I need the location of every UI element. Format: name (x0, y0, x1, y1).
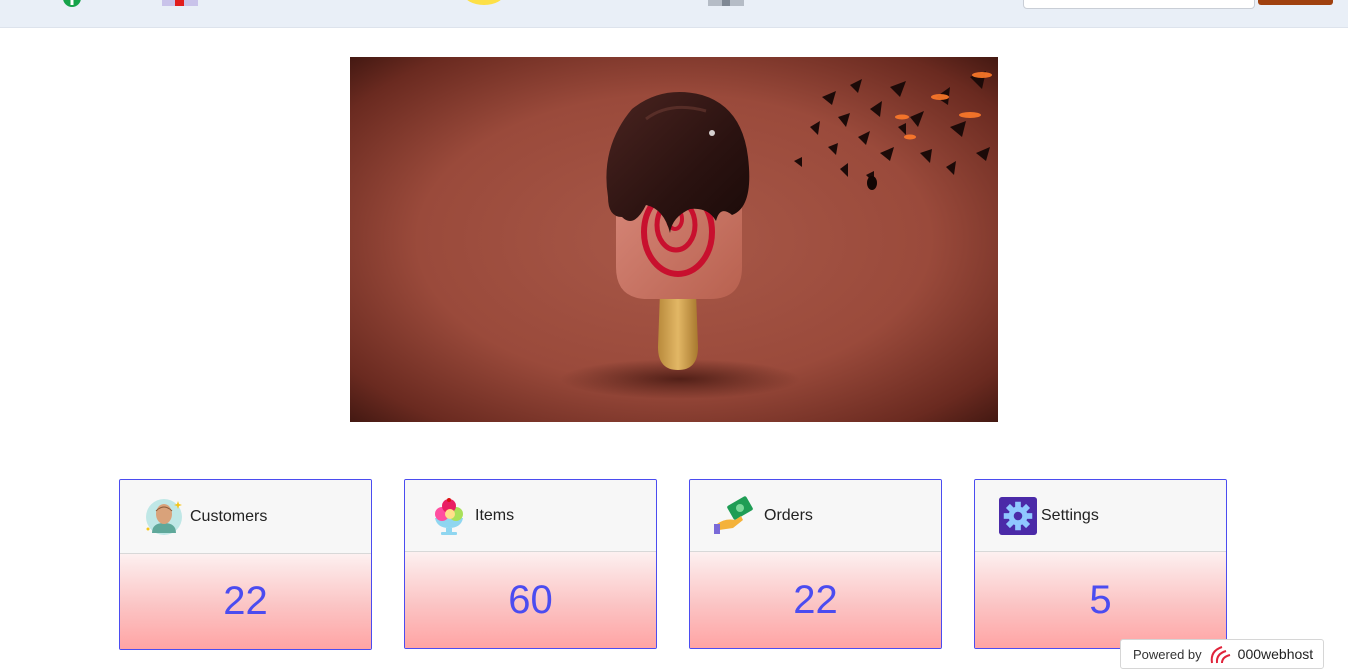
card-count: 60 (508, 577, 553, 622)
customer-avatar-icon (146, 498, 182, 535)
ice-cream-icon (435, 497, 463, 535)
card-body: 60 (405, 552, 656, 648)
customers-card[interactable]: Customers 22 (119, 479, 372, 650)
gear-icon (999, 496, 1037, 535)
card-header: Items (405, 480, 656, 552)
box-icon[interactable] (707, 0, 745, 10)
top-navbar (0, 0, 1348, 28)
card-title: Customers (190, 507, 268, 525)
search-button[interactable] (1258, 0, 1333, 5)
card-count: 22 (793, 577, 838, 622)
money-hand-icon (714, 495, 753, 534)
card-body: 5 (975, 552, 1226, 648)
card-body: 22 (690, 552, 941, 648)
search-input[interactable] (1023, 0, 1255, 9)
card-header: Customers (120, 480, 371, 554)
card-header: Settings (975, 480, 1226, 552)
card-body: 22 (120, 554, 371, 649)
card-count: 22 (223, 579, 268, 623)
hero-popsicle-image (350, 57, 998, 422)
gift-icon[interactable] (162, 0, 198, 10)
card-title: Settings (1041, 506, 1099, 524)
powered-by-badge[interactable]: Powered by 000webhost (1120, 639, 1324, 669)
items-card[interactable]: Items 60 (404, 479, 657, 649)
webhost-logo-icon (1210, 646, 1230, 664)
card-header: Orders (690, 480, 941, 552)
powered-by-label: Powered by (1133, 646, 1202, 662)
card-title: Items (475, 506, 515, 524)
settings-card[interactable]: Settings 5 (974, 479, 1227, 649)
card-count: 5 (1089, 577, 1112, 622)
add-user-icon[interactable] (40, 0, 84, 10)
sun-icon[interactable] (462, 0, 506, 10)
powered-by-brand: 000webhost (1237, 646, 1314, 662)
orders-card[interactable]: Orders 22 (689, 479, 942, 649)
card-title: Orders (764, 506, 813, 524)
